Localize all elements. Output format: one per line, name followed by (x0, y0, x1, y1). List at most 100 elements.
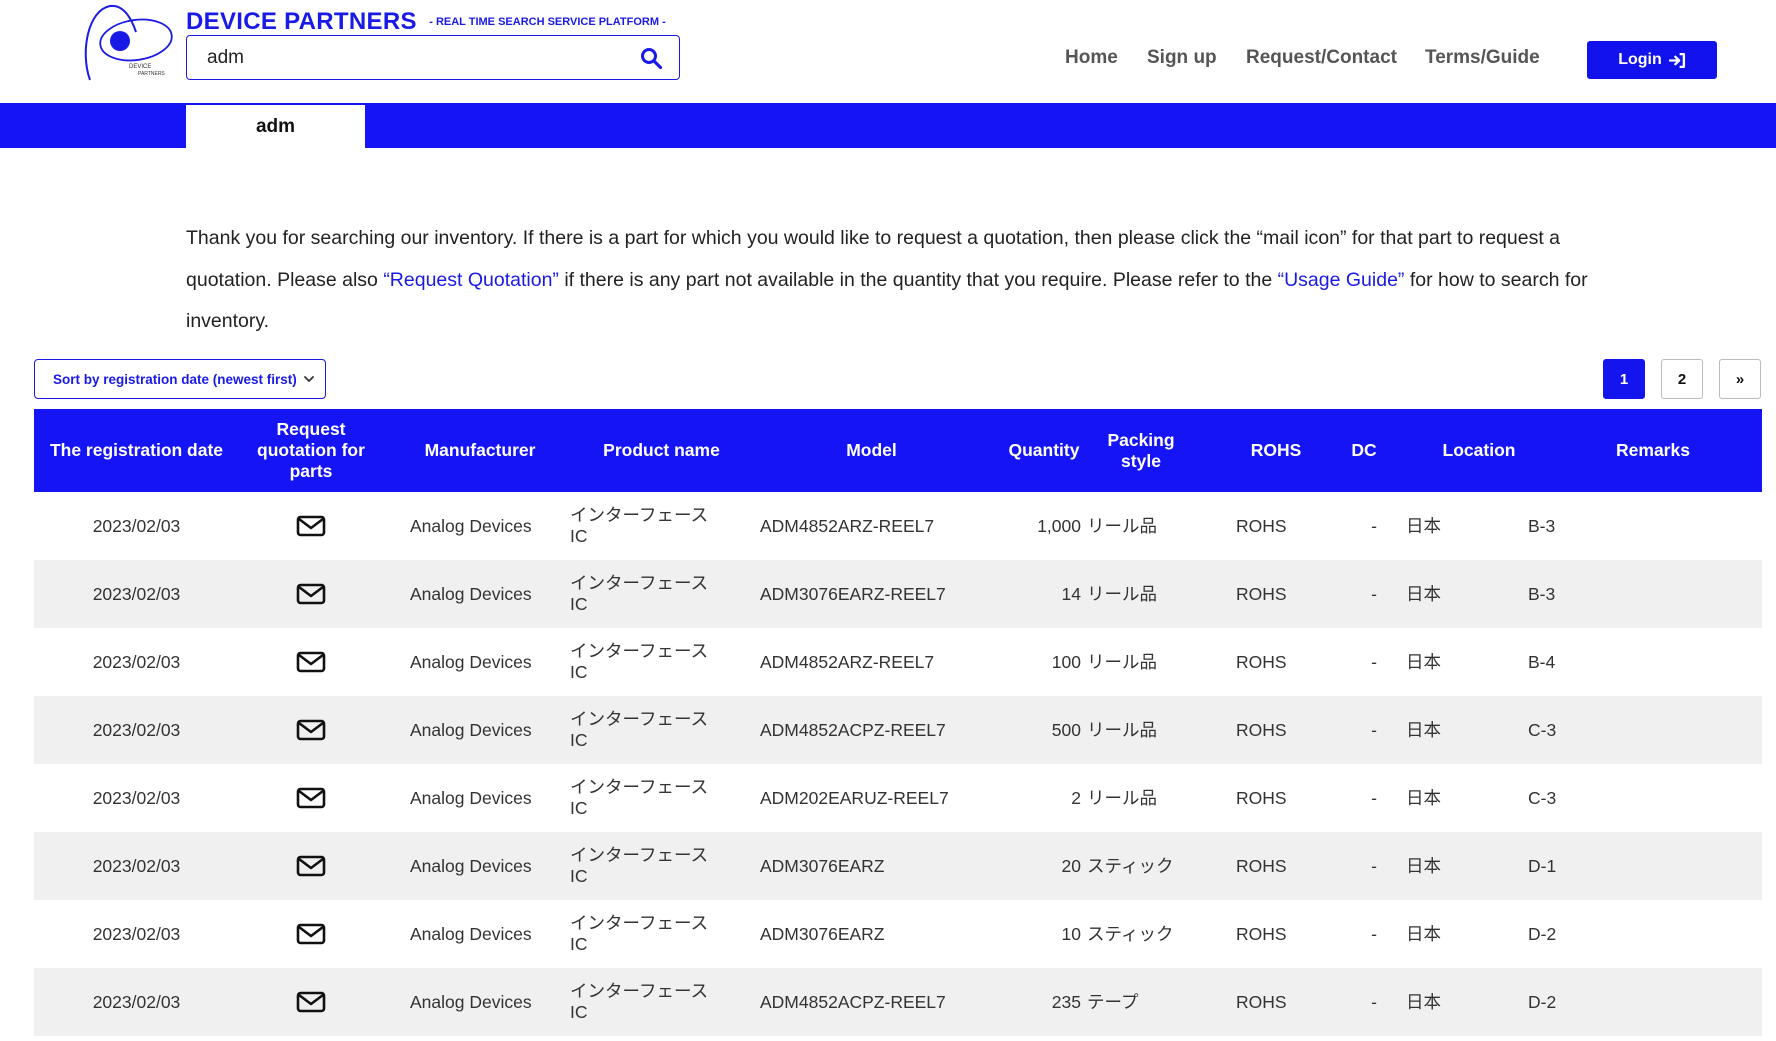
login-button[interactable]: Login (1587, 41, 1717, 79)
cell-product-name: インターフェース IC (570, 845, 709, 886)
nav-request-contact[interactable]: Request/Contact (1246, 47, 1397, 69)
header-registration-date[interactable]: The registration date (44, 409, 229, 492)
cell-manufacturer: Analog Devices (410, 855, 532, 876)
cell-location: 日本 (1406, 787, 1441, 808)
envelope-icon[interactable] (296, 583, 326, 605)
sort-select[interactable]: Sort by registration date (newest first) (34, 359, 326, 399)
table-row: 2023/02/03 Analog Devices インターフェース IC AD… (34, 968, 1762, 1036)
page-button-2[interactable]: 2 (1661, 359, 1703, 399)
cell-model: ADM4852ACPZ-REEL7 (760, 719, 946, 740)
header-dc[interactable]: DC (1334, 409, 1394, 492)
table-row: 2023/02/03 Analog Devices インターフェース IC AD… (34, 900, 1762, 968)
cell-dc: - (1371, 515, 1377, 536)
cell-remarks: B-4 (1528, 651, 1556, 672)
cell-location: 日本 (1406, 651, 1441, 672)
tab-search-keyword[interactable]: adm (186, 105, 365, 148)
nav-home[interactable]: Home (1065, 47, 1118, 69)
intro-text-2: if there is any part not available in th… (558, 268, 1278, 291)
cell-quantity: 2 (1071, 787, 1081, 808)
usage-guide-link[interactable]: “Usage Guide” (1278, 269, 1405, 291)
cell-location: 日本 (1406, 923, 1441, 944)
table-row: 2023/02/03 Analog Devices インターフェース IC AD… (34, 696, 1762, 764)
cell-product-name: インターフェース IC (570, 913, 709, 954)
cell-product-name: インターフェース IC (570, 981, 709, 1022)
sign-in-icon (1668, 52, 1685, 68)
cell-packing-style: テープ (1087, 991, 1139, 1012)
cell-request-quotation (241, 832, 381, 900)
cell-registration-date: 2023/02/03 (92, 719, 181, 740)
cell-rohs: ROHS (1236, 583, 1287, 604)
envelope-icon[interactable] (296, 855, 326, 877)
envelope-icon[interactable] (296, 719, 326, 741)
envelope-icon[interactable] (296, 651, 326, 673)
cell-dc: - (1371, 855, 1377, 876)
table-body: 2023/02/03 Analog Devices インターフェース IC AD… (34, 492, 1762, 1036)
main-nav: Home Sign up Request/Contact Terms/Guide (0, 47, 1776, 71)
cell-manufacturer: Analog Devices (410, 923, 532, 944)
cell-remarks: D-2 (1528, 923, 1557, 944)
cell-packing-style: リール品 (1087, 583, 1157, 604)
cell-dc: - (1371, 719, 1377, 740)
page-button-1[interactable]: 1 (1603, 359, 1645, 399)
cell-request-quotation (241, 764, 381, 832)
table-row: 2023/02/03 Analog Devices インターフェース IC AD… (34, 832, 1762, 900)
cell-remarks: B-3 (1528, 515, 1556, 536)
cell-product-name: インターフェース IC (570, 505, 709, 546)
cell-product-name: インターフェース IC (570, 641, 709, 682)
header-request-quotation: Request quotation for parts (257, 419, 365, 481)
cell-rohs: ROHS (1236, 923, 1287, 944)
header-packing-style[interactable]: Packing style (1086, 409, 1196, 492)
cell-quantity: 235 (1051, 991, 1081, 1012)
cell-model: ADM3076EARZ (760, 855, 885, 876)
cell-request-quotation (241, 492, 381, 560)
envelope-icon[interactable] (296, 923, 326, 945)
site-header: DEVICE PARTNERS DEVICE PARTNERS - REAL T… (0, 0, 1776, 103)
cell-location: 日本 (1406, 719, 1441, 740)
cell-packing-style: リール品 (1087, 515, 1157, 536)
cell-location: 日本 (1406, 855, 1441, 876)
device-partners-logo[interactable]: DEVICE PARTNERS (80, 2, 176, 84)
cell-registration-date: 2023/02/03 (92, 855, 181, 876)
nav-signup[interactable]: Sign up (1147, 47, 1217, 69)
cell-remarks: C-3 (1528, 719, 1557, 740)
nav-terms-guide[interactable]: Terms/Guide (1425, 47, 1540, 69)
cell-location: 日本 (1406, 991, 1441, 1012)
cell-model: ADM4852ARZ-REEL7 (760, 651, 935, 672)
brand-name[interactable]: DEVICE PARTNERS (186, 8, 417, 35)
cell-quantity: 10 (1061, 923, 1081, 944)
cell-rohs: ROHS (1236, 651, 1287, 672)
inventory-table: The registration date Request quotation … (34, 409, 1762, 1036)
cell-registration-date: 2023/02/03 (92, 991, 181, 1012)
header-model[interactable]: Model (764, 409, 979, 492)
header-location[interactable]: Location (1394, 409, 1564, 492)
header-product-name[interactable]: Product name (569, 409, 754, 492)
cell-quantity: 100 (1051, 651, 1081, 672)
cell-dc: - (1371, 991, 1377, 1012)
cell-product-name: インターフェース IC (570, 709, 709, 750)
envelope-icon[interactable] (296, 515, 326, 537)
cell-quantity: 14 (1061, 583, 1081, 604)
cell-manufacturer: Analog Devices (410, 719, 532, 740)
cell-request-quotation (241, 628, 381, 696)
cell-rohs: ROHS (1236, 991, 1287, 1012)
cell-model: ADM3076EARZ-REEL7 (760, 583, 946, 604)
cell-rohs: ROHS (1236, 719, 1287, 740)
page-next-button[interactable]: » (1719, 359, 1761, 399)
cell-manufacturer: Analog Devices (410, 787, 532, 808)
cell-request-quotation (241, 560, 381, 628)
envelope-icon[interactable] (296, 787, 326, 809)
cell-manufacturer: Analog Devices (410, 991, 532, 1012)
cell-location: 日本 (1406, 583, 1441, 604)
header-remarks: Remarks (1616, 440, 1690, 460)
envelope-icon[interactable] (296, 991, 326, 1013)
cell-model: ADM4852ACPZ-REEL7 (760, 991, 946, 1012)
cell-model: ADM3076EARZ (760, 923, 885, 944)
table-row: 2023/02/03 Analog Devices インターフェース IC AD… (34, 560, 1762, 628)
header-rohs[interactable]: ROHS (1231, 409, 1321, 492)
header-manufacturer[interactable]: Manufacturer (400, 409, 560, 492)
cell-request-quotation (241, 696, 381, 764)
cell-remarks: D-2 (1528, 991, 1557, 1012)
cell-packing-style: リール品 (1087, 651, 1157, 672)
request-quotation-link[interactable]: “Request Quotation” (383, 269, 559, 291)
table-row: 2023/02/03 Analog Devices インターフェース IC AD… (34, 628, 1762, 696)
